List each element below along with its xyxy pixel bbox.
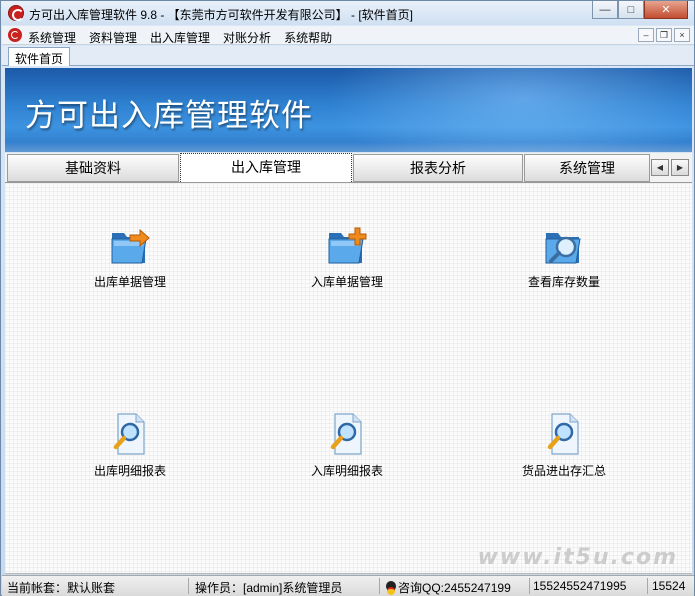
app-logo-icon[interactable]: [8, 5, 24, 21]
document-search-icon: [113, 413, 145, 455]
menu-items: 系统管理 资料管理 出入库管理 对账分析 系统帮助: [28, 29, 345, 46]
menu-reconcile[interactable]: 对账分析: [223, 29, 271, 46]
window-title: 方可出入库管理软件 9.8 - 【东莞市方可软件开发有限公司】 - [软件首页]: [29, 8, 414, 22]
tab-scroll-buttons: ◀ ▶: [651, 159, 689, 176]
module-tab-bar: 基础资料 出入库管理 报表分析 系统管理 ◀ ▶: [5, 153, 692, 183]
close-button[interactable]: ✕: [644, 1, 688, 19]
function-panel: 出库单据管理 入库单据管理 查看库存数量 出库明细报表 入库明细报表 货品进出存…: [5, 183, 692, 574]
status-account: 当前帐套：默认账套: [7, 581, 116, 595]
status-divider: [647, 578, 648, 594]
menu-help[interactable]: 系统帮助: [284, 29, 332, 46]
func-label: 出库单据管理: [93, 275, 166, 289]
mdi-close-button[interactable]: ×: [674, 28, 690, 42]
func-view-stock[interactable]: 查看库存数量: [484, 225, 644, 290]
folder-search-icon: [545, 233, 581, 264]
folder-add-icon: [328, 227, 367, 264]
watermark: www.it5u.com: [477, 545, 678, 570]
menu-bar: 系统管理 资料管理 出入库管理 对账分析 系统帮助 – ❐ ×: [2, 26, 694, 45]
status-divider: [188, 578, 189, 594]
tab-reports[interactable]: 报表分析: [353, 154, 523, 182]
document-search-icon: [330, 413, 362, 455]
status-qq-text: 咨询QQ:2455247199: [398, 581, 511, 595]
tab-scroll-right-button[interactable]: ▶: [671, 159, 689, 176]
status-qq: 咨询QQ:2455247199: [385, 579, 511, 596]
status-operator: 操作员：[admin]系统管理员: [195, 581, 343, 595]
func-label: 入库明细报表: [310, 464, 383, 478]
status-extra: 15524: [652, 579, 686, 593]
status-bar: 当前帐套：默认账套 操作员：[admin]系统管理员 咨询QQ:24552471…: [2, 575, 694, 596]
tab-home[interactable]: 软件首页: [8, 47, 71, 66]
app-window: 方可出入库管理软件 9.8 - 【东莞市方可软件开发有限公司】 - [软件首页]…: [0, 0, 695, 596]
status-divider: [379, 578, 380, 594]
func-label: 入库单据管理: [310, 275, 383, 289]
status-phone: 15524552471995: [533, 579, 627, 593]
window-controls: — □ ✕: [592, 1, 688, 19]
qq-icon: [385, 581, 397, 595]
status-divider: [529, 578, 530, 594]
mdi-restore-button[interactable]: ❐: [656, 28, 672, 42]
document-search-icon: [547, 413, 579, 455]
func-outbound-docs[interactable]: 出库单据管理: [50, 225, 210, 290]
document-tab-bar: 软件首页: [2, 46, 694, 66]
menu-stock-io[interactable]: 出入库管理: [150, 29, 210, 46]
tab-scroll-left-button[interactable]: ◀: [651, 159, 669, 176]
menu-app-icon[interactable]: [8, 28, 22, 42]
func-inbound-docs[interactable]: 入库单据管理: [267, 225, 427, 290]
tab-basic-data[interactable]: 基础资料: [7, 154, 179, 182]
func-outbound-report[interactable]: 出库明细报表: [50, 412, 210, 479]
func-label: 出库明细报表: [93, 464, 166, 478]
banner-title: 方可出入库管理软件: [25, 98, 313, 134]
menu-system[interactable]: 系统管理: [28, 29, 76, 46]
func-label: 货品进出存汇总: [521, 464, 606, 478]
tab-system[interactable]: 系统管理: [524, 154, 650, 182]
folder-export-icon: [111, 228, 150, 264]
menu-data[interactable]: 资料管理: [89, 29, 137, 46]
func-goods-summary[interactable]: 货品进出存汇总: [484, 412, 644, 479]
func-label: 查看库存数量: [527, 275, 600, 289]
func-inbound-report[interactable]: 入库明细报表: [267, 412, 427, 479]
banner: 方可出入库管理软件: [5, 68, 692, 152]
mdi-minimize-button[interactable]: –: [638, 28, 654, 42]
mdi-controls: – ❐ ×: [638, 28, 690, 42]
tab-stock-io[interactable]: 出入库管理: [180, 153, 352, 182]
minimize-button[interactable]: —: [592, 1, 618, 19]
maximize-button[interactable]: □: [618, 1, 644, 19]
title-bar[interactable]: 方可出入库管理软件 9.8 - 【东莞市方可软件开发有限公司】 - [软件首页]…: [1, 1, 694, 25]
